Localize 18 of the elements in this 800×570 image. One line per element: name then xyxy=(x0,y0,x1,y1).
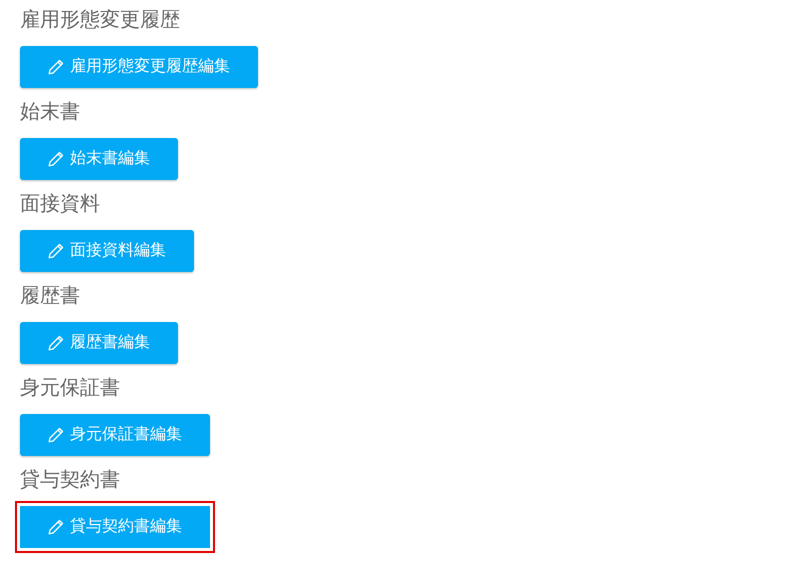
pencil-icon xyxy=(48,59,64,75)
edit-button[interactable]: 始末書編集 xyxy=(20,138,178,180)
edit-button[interactable]: 貸与契約書編集 xyxy=(15,501,215,553)
edit-button[interactable]: 面接資料編集 xyxy=(20,230,194,272)
edit-button[interactable]: 履歴書編集 xyxy=(20,322,178,364)
pencil-icon xyxy=(48,427,64,443)
edit-button[interactable]: 身元保証書編集 xyxy=(20,414,210,456)
section-heading: 面接資料 xyxy=(20,192,100,217)
pencil-icon xyxy=(48,519,64,535)
section-heading: 雇用形態変更履歴 xyxy=(20,8,180,33)
edit-button[interactable]: 雇用形態変更履歴編集 xyxy=(20,46,258,88)
pencil-icon xyxy=(48,151,64,167)
section-heading: 始末書 xyxy=(20,100,80,125)
pencil-icon xyxy=(48,243,64,259)
section-heading: 身元保証書 xyxy=(20,376,120,401)
section-heading: 履歴書 xyxy=(20,284,80,309)
section-heading: 貸与契約書 xyxy=(20,468,120,493)
pencil-icon xyxy=(48,335,64,351)
